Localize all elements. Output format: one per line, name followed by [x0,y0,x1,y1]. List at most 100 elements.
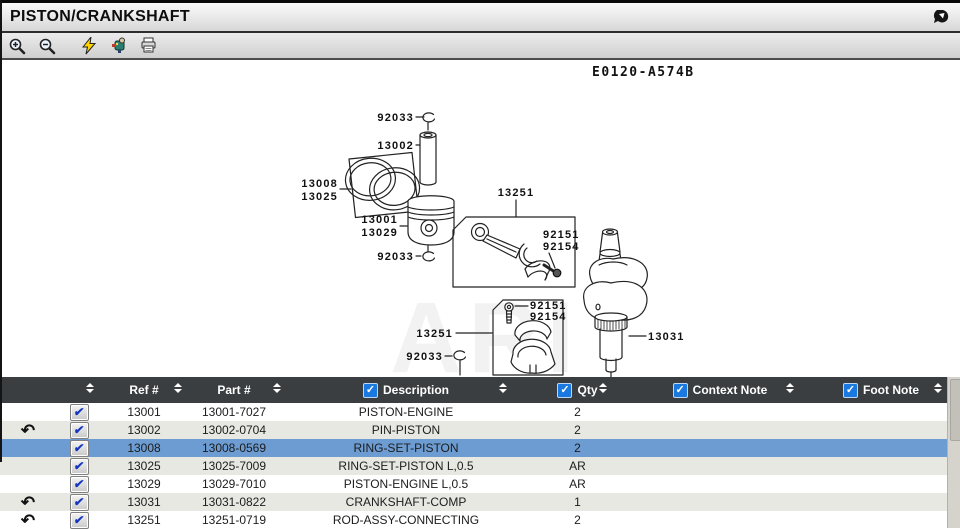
part-label[interactable]: 13002 [377,140,414,152]
cell-part: 13031-0822 [186,493,282,511]
header-ref: Ref # [102,377,186,403]
quick-view-lightning-icon[interactable] [78,36,100,56]
cell-description: ROD-ASSY-CONNECTING [282,511,530,529]
cell-qty: 2 [530,403,625,421]
check-icon: ✔ [73,406,85,418]
header-description-label: Description [383,383,449,397]
sort-icon[interactable] [499,383,507,393]
check-icon: ✔ [73,442,85,454]
part-label[interactable]: 92154 [530,311,567,323]
drilldown-arrow-icon[interactable]: ↶ [21,512,35,529]
row-select-checkbox[interactable]: ✔ [70,422,89,439]
cell-foot-note [815,421,947,439]
cell-ref: 13001 [102,403,186,421]
header-context-note: ✓ Context Note [625,377,815,403]
part-label[interactable]: 13008 [301,178,338,190]
row-select-checkbox[interactable]: ✔ [70,494,89,511]
cell-context-note [625,457,815,475]
cell-qty: 2 [530,421,625,439]
row-select-checkbox[interactable]: ✔ [70,404,89,421]
exploded-parts-diagram: ARI [0,60,960,377]
part-label[interactable]: 92151 [543,229,580,241]
cell-ref: 13025 [102,457,186,475]
drilldown-arrow-icon[interactable]: ↶ [21,494,35,511]
check-icon: ✔ [73,460,85,472]
part-label[interactable]: 92033 [406,351,443,363]
cell-description: PIN-PISTON [282,421,530,439]
cell-context-note [625,475,815,493]
check-icon: ✔ [73,496,85,508]
cell-part: 13001-7027 [186,403,282,421]
sort-icon[interactable] [86,383,94,393]
parts-assembly-icon[interactable] [108,36,130,56]
cell-foot-note [815,457,947,475]
part-label[interactable]: 92154 [543,241,580,253]
part-label[interactable]: 13251 [416,328,453,340]
context-note-column-checkbox[interactable]: ✓ [673,383,688,398]
header-qty: ✓ Qty [530,377,625,403]
table-row-selected[interactable]: ✔ 13008 13008-0569 RING-SET-PISTON 2 [0,439,947,457]
zoom-out-icon[interactable] [36,36,58,56]
cell-ref: 13029 [102,475,186,493]
cell-qty: AR [530,475,625,493]
part-label[interactable]: 13001 [361,214,398,226]
cell-part: 13251-0719 [186,511,282,529]
table-row[interactable]: ↶ ✔ 13251 13251-0719 ROD-ASSY-CONNECTING… [0,511,947,529]
cell-ref: 13031 [102,493,186,511]
header-foot-note: ✓ Foot Note [815,377,947,403]
cell-context-note [625,511,815,529]
diagram-code: E0120-A574B [592,65,695,80]
drilldown-arrow-icon[interactable]: ↶ [21,422,35,439]
print-icon[interactable] [138,36,160,56]
cell-ref: 13002 [102,421,186,439]
sort-icon[interactable] [599,383,607,393]
table-row[interactable]: ✔ 13025 13025-7009 RING-SET-PISTON L,0.5… [0,457,947,475]
cell-part: 13025-7009 [186,457,282,475]
row-select-checkbox[interactable]: ✔ [70,458,89,475]
header-ref-label: Ref # [129,383,158,397]
scrollbar-thumb[interactable] [950,379,960,441]
cell-foot-note [815,493,947,511]
description-column-checkbox[interactable]: ✓ [363,383,378,398]
qty-column-checkbox[interactable]: ✓ [557,383,572,398]
cell-qty: AR [530,457,625,475]
table-row[interactable]: ↶ ✔ 13002 13002-0704 PIN-PISTON 2 [0,421,947,439]
cell-description: RING-SET-PISTON L,0.5 [282,457,530,475]
cell-context-note [625,439,815,457]
header-context-note-label: Context Note [693,383,768,397]
part-label[interactable]: 13029 [361,227,398,239]
table-row[interactable]: ↶ ✔ 13031 13031-0822 CRANKSHAFT-COMP 1 [0,493,947,511]
row-select-checkbox[interactable]: ✔ [70,440,89,457]
table-body: ✔ 13001 13001-7027 PISTON-ENGINE 2 ↶ ✔ 1… [0,403,960,529]
part-label[interactable]: 13031 [648,331,685,343]
table-row[interactable]: ✔ 13029 13029-7010 PISTON-ENGINE L,0.5 A… [0,475,947,493]
part-label[interactable]: 92033 [377,112,414,124]
cell-qty: 2 [530,511,625,529]
sort-icon[interactable] [786,383,794,393]
check-icon: ✔ [73,514,85,526]
cell-qty: 2 [530,439,625,457]
table-row[interactable]: ✔ 13001 13001-7027 PISTON-ENGINE 2 [0,403,947,421]
foot-note-column-checkbox[interactable]: ✓ [843,383,858,398]
part-label[interactable]: 13251 [498,187,535,199]
sort-icon[interactable] [273,383,281,393]
part-label[interactable]: 13025 [301,191,338,203]
zoom-in-icon[interactable] [6,36,28,56]
cell-context-note [625,493,815,511]
window-left-border [0,0,2,462]
cell-part: 13002-0704 [186,421,282,439]
sort-icon[interactable] [174,383,182,393]
cell-foot-note [815,403,947,421]
cell-description: PISTON-ENGINE L,0.5 [282,475,530,493]
header-select-column [56,377,102,403]
row-select-checkbox[interactable]: ✔ [70,476,89,493]
part-label[interactable]: 92033 [377,251,414,263]
sort-icon[interactable] [934,383,942,393]
table-scrollbar[interactable] [947,377,960,528]
page-title: PISTON/CRANKSHAFT [10,8,190,26]
row-select-checkbox[interactable]: ✔ [70,512,89,529]
check-icon: ✔ [73,478,85,490]
cell-description: PISTON-ENGINE [282,403,530,421]
cell-qty: 1 [530,493,625,511]
page-flip-icon[interactable] [930,7,952,27]
